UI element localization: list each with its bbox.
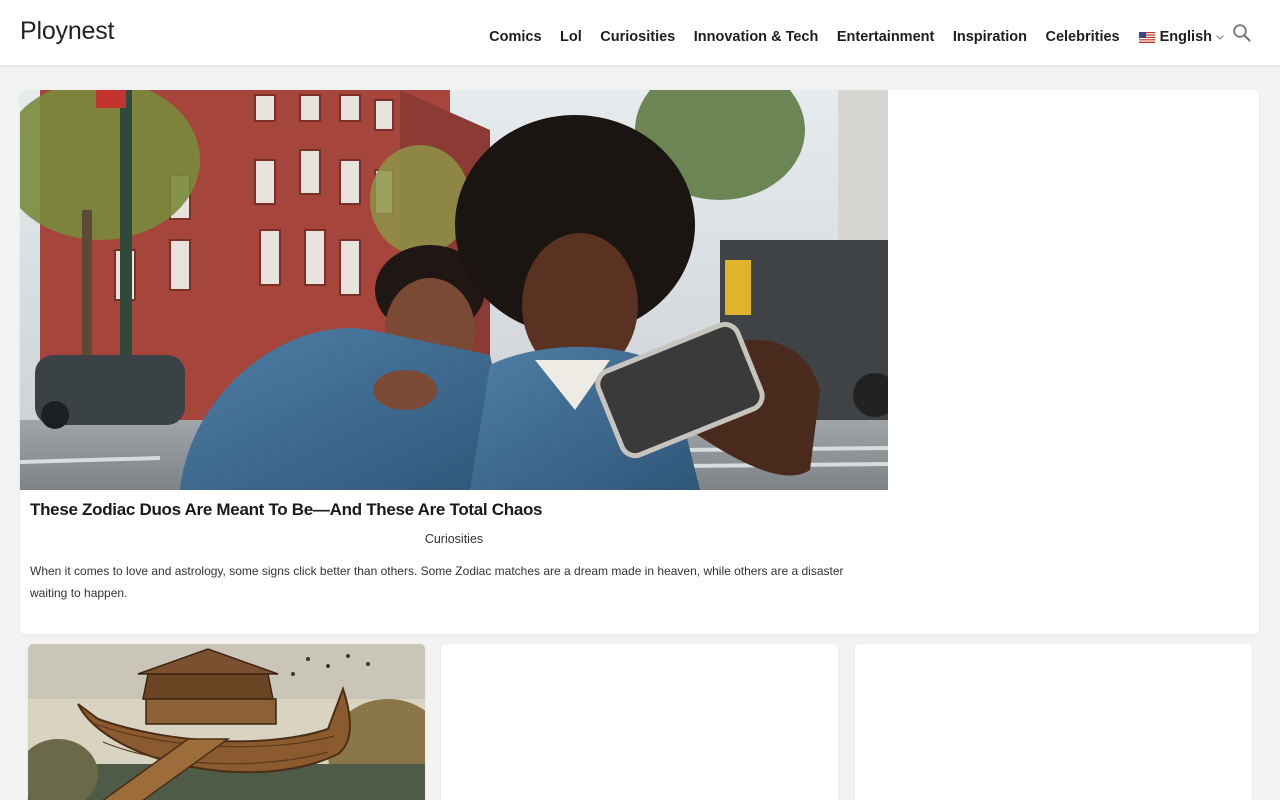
featured-article-title[interactable]: These Zodiac Duos Are Meant To Be—And Th… bbox=[30, 500, 880, 520]
language-selector[interactable]: English bbox=[1138, 29, 1225, 45]
site-header: Ploynest Comics Lol Curiosities Innovati… bbox=[0, 0, 1280, 65]
nav-item-curiosities[interactable]: Curiosities bbox=[600, 29, 675, 45]
article-card[interactable] bbox=[441, 644, 838, 800]
article-card-image-placeholder[interactable] bbox=[855, 644, 1252, 800]
featured-article-card[interactable]: These Zodiac Duos Are Meant To Be—And Th… bbox=[20, 90, 1259, 634]
language-label: English bbox=[1159, 29, 1212, 45]
main-nav: Comics Lol Curiosities Innovation & Tech… bbox=[471, 24, 1252, 47]
nav-item-entertainment[interactable]: Entertainment bbox=[837, 29, 935, 45]
featured-article-image[interactable] bbox=[20, 90, 888, 490]
us-flag-icon bbox=[1138, 31, 1155, 43]
nav-item-lol[interactable]: Lol bbox=[560, 29, 582, 45]
article-card-image[interactable] bbox=[28, 644, 425, 800]
featured-article-category[interactable]: Curiosities bbox=[30, 532, 878, 546]
nav-item-comics[interactable]: Comics bbox=[489, 29, 541, 45]
chevron-down-icon bbox=[1216, 35, 1224, 40]
search-icon[interactable] bbox=[1232, 23, 1252, 43]
article-card[interactable] bbox=[855, 644, 1252, 800]
site-logo[interactable]: Ploynest bbox=[20, 17, 114, 46]
featured-article-description: When it comes to love and astrology, som… bbox=[30, 564, 844, 600]
nav-item-inspiration[interactable]: Inspiration bbox=[953, 29, 1027, 45]
nav-item-celebrities[interactable]: Celebrities bbox=[1045, 29, 1119, 45]
nav-item-innovation-tech[interactable]: Innovation & Tech bbox=[694, 29, 819, 45]
article-card-image-placeholder[interactable] bbox=[441, 644, 838, 800]
article-card[interactable] bbox=[28, 644, 425, 800]
